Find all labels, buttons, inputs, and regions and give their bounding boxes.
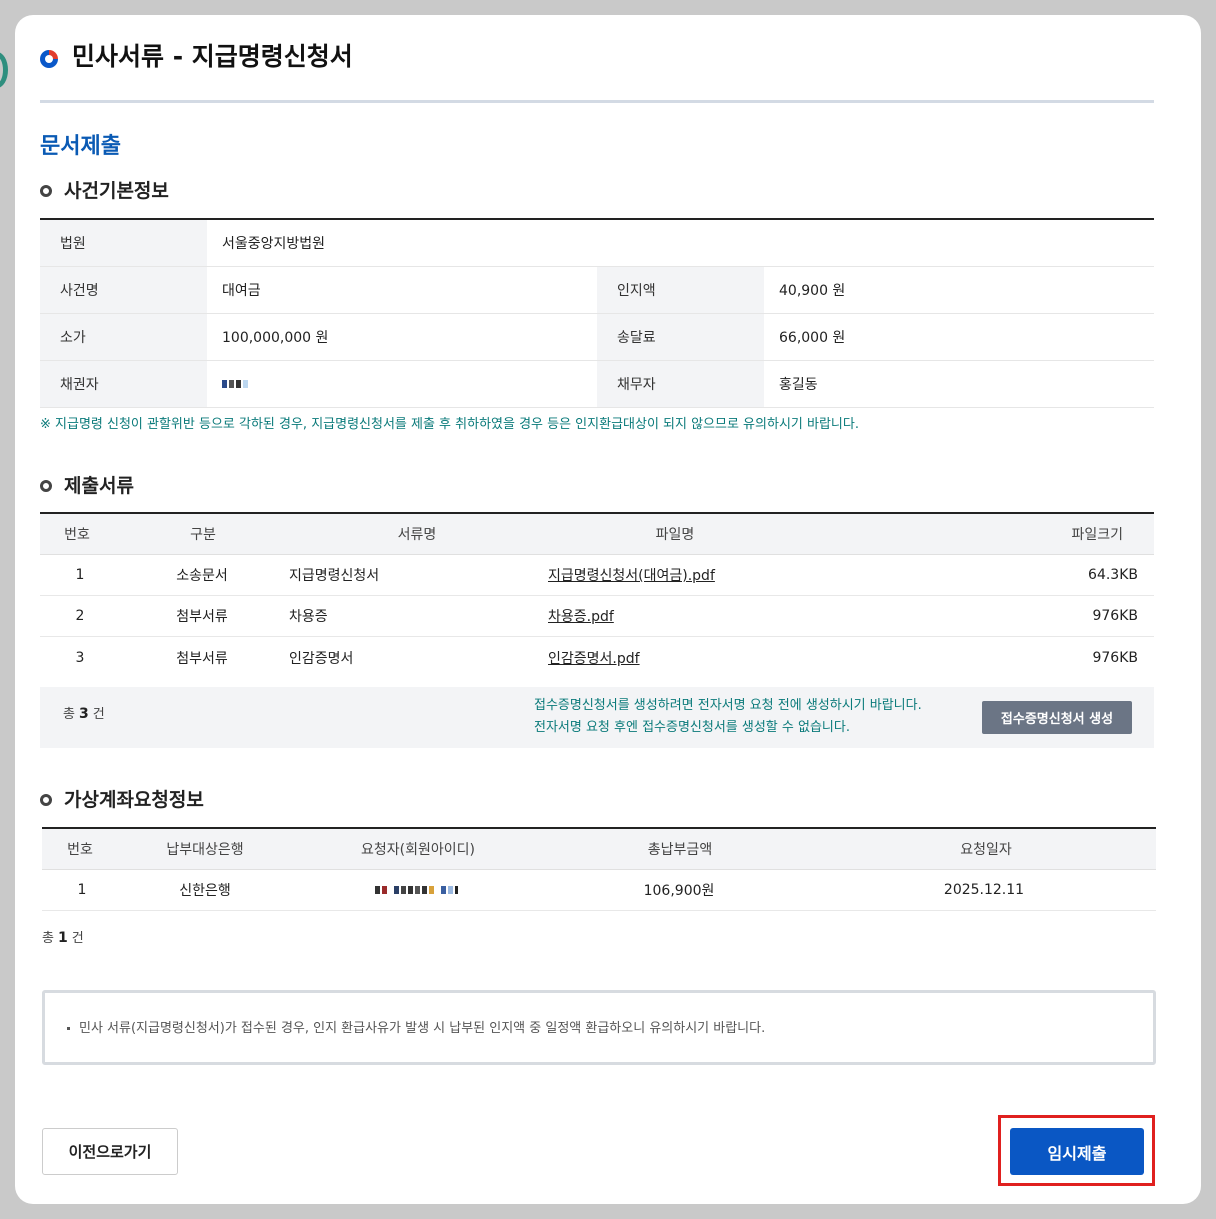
receipt-message: 접수증명신청서를 생성하려면 전자서명 요청 전에 생성하시기 바랍니다. 전자… [534,698,922,735]
postage-label: 송달료 [597,314,764,360]
col-date: 요청일자 [960,842,1012,858]
row-type: 소송문서 [176,568,228,584]
virtual-account-title: 가상계좌요청정보 [40,787,204,813]
table-row: 채권자 채무자 홍길동 [40,361,1154,408]
col-file-size: 파일크기 [1071,527,1123,543]
col-doc-name: 서류명 [397,527,437,543]
row-requester [288,882,544,898]
documents-count: 총3건 [63,706,105,722]
page-title: 민사서류 - 지급명령신청서 [72,42,353,71]
row-total: 106,900원 [643,883,715,899]
info-notice-box: 민사 서류(지급명령신청서)가 접수된 경우, 인지 환급사유가 발생 시 납부… [42,990,1156,1065]
row-bank: 신한은행 [179,883,231,899]
row-no: 2 [75,608,85,624]
section-main-title: 문서제출 [40,134,121,159]
table-row: 사건명 대여금 인지액 40,900 원 [40,267,1154,314]
col-file-name: 파일명 [655,527,695,543]
stamp-value: 40,900 원 [779,283,846,299]
redacted-mosaic [374,886,458,894]
virtual-account-count: 총1건 [42,930,84,946]
table-row: 법원 서울중앙지방법원 [40,220,1154,267]
postage-value: 66,000 원 [779,330,846,346]
col-no: 번호 [67,842,93,858]
table-row: 2 첨부서류 차용증 차용증.pdf 976KB [40,596,1154,637]
row-date: 2025.12.11 [943,882,1025,898]
col-bank: 납부대상은행 [166,842,244,858]
court-value: 서울중앙지방법원 [222,236,326,252]
prev-button[interactable]: 이전으로가기 [42,1128,178,1175]
table-header: 번호 납부대상은행 요청자(회원아이디) 총납부금액 요청일자 [42,829,1156,870]
file-link[interactable]: 차용증.pdf [548,609,614,625]
col-type: 구분 [190,527,216,543]
bullet-icon [40,185,52,197]
row-no: 1 [77,882,87,898]
documents-title: 제출서류 [40,473,134,499]
stamp-refund-notice: ※ 지급명령 신청이 관할위반 등으로 각하된 경우, 지급명령신청서를 제출 … [40,417,859,432]
row-no: 3 [75,649,85,666]
row-no: 1 [75,567,85,583]
court-label: 법원 [40,220,207,266]
row-type: 첨부서류 [176,650,228,667]
case-info-table: 법원 서울중앙지방법원 사건명 대여금 인지액 40,900 원 소가 100,… [40,218,1154,408]
virtual-account-table: 번호 납부대상은행 요청자(회원아이디) 총납부금액 요청일자 1 신한은행 1… [42,827,1156,911]
stamp-label: 인지액 [597,267,764,313]
col-no: 번호 [64,527,90,543]
table-row: 소가 100,000,000 원 송달료 66,000 원 [40,314,1154,361]
row-file-size: 976KB [1092,608,1138,624]
amount-label: 소가 [40,314,207,360]
info-notice-text: 민사 서류(지급명령신청서)가 접수된 경우, 인지 환급사유가 발생 시 납부… [79,1021,766,1036]
row-doc-name: 차용증 [289,609,328,625]
case-info-title: 사건기본정보 [40,178,169,204]
logo-icon [40,50,58,68]
debtor-value: 홍길동 [779,377,818,393]
col-requester: 요청자(회원아이디) [361,842,475,858]
case-name-value: 대여금 [222,283,261,299]
bullet-icon [40,794,52,806]
table-row: 1 신한은행 106,900원 2025.12.11 [42,870,1156,911]
documents-table: 번호 구분 서류명 파일명 파일크기 1 소송문서 지급명령신청서 지급명령신청… [40,512,1154,678]
case-name-label: 사건명 [40,267,207,313]
creditor-value [207,361,597,407]
creditor-label: 채권자 [40,361,207,407]
amount-value: 100,000,000 원 [222,330,329,346]
row-file-size: 976KB [1092,649,1138,666]
row-file-size: 64.3KB [1088,567,1138,583]
documents-footer: 총3건 접수증명신청서를 생성하려면 전자서명 요청 전에 생성하시기 바랍니다… [40,687,1154,748]
file-link[interactable]: 지급명령신청서(대여금).pdf [548,568,715,584]
dialog-card: 민사서류 - 지급명령신청서 문서제출 사건기본정보 법원 서울중앙지방법원 사… [15,15,1201,1204]
col-total: 총납부금액 [647,842,713,858]
create-receipt-button[interactable]: 접수증명신청서 생성 [982,701,1132,734]
row-doc-name: 지급명령신청서 [289,568,380,584]
table-header: 번호 구분 서류명 파일명 파일크기 [40,514,1154,555]
table-row: 3 첨부서류 인감증명서 인감증명서.pdf 976KB [40,637,1154,678]
side-decoration [0,52,8,88]
bullet-icon [40,480,52,492]
debtor-label: 채무자 [597,361,764,407]
row-doc-name: 인감증명서 [289,650,354,667]
bullet-dot-icon [67,1027,70,1030]
file-link[interactable]: 인감증명서.pdf [548,651,640,667]
row-type: 첨부서류 [176,609,228,625]
temporary-submit-button[interactable]: 임시제출 [1010,1128,1144,1175]
page-header: 민사서류 - 지급명령신청서 [40,41,1154,103]
table-row: 1 소송문서 지급명령신청서 지급명령신청서(대여금).pdf 64.3KB [40,555,1154,596]
redacted-mosaic [222,380,248,388]
